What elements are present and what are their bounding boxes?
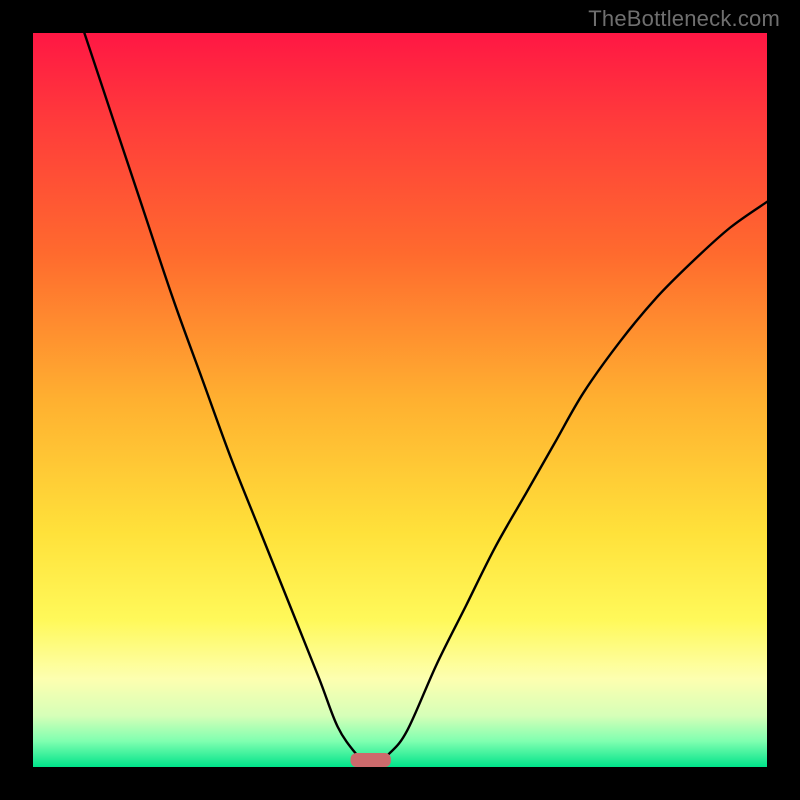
plot-area (33, 33, 767, 767)
watermark-text: TheBottleneck.com (588, 6, 780, 32)
outer-frame: TheBottleneck.com (0, 0, 800, 800)
minimum-marker (351, 753, 391, 767)
chart-svg (33, 33, 767, 767)
gradient-background (33, 33, 767, 767)
